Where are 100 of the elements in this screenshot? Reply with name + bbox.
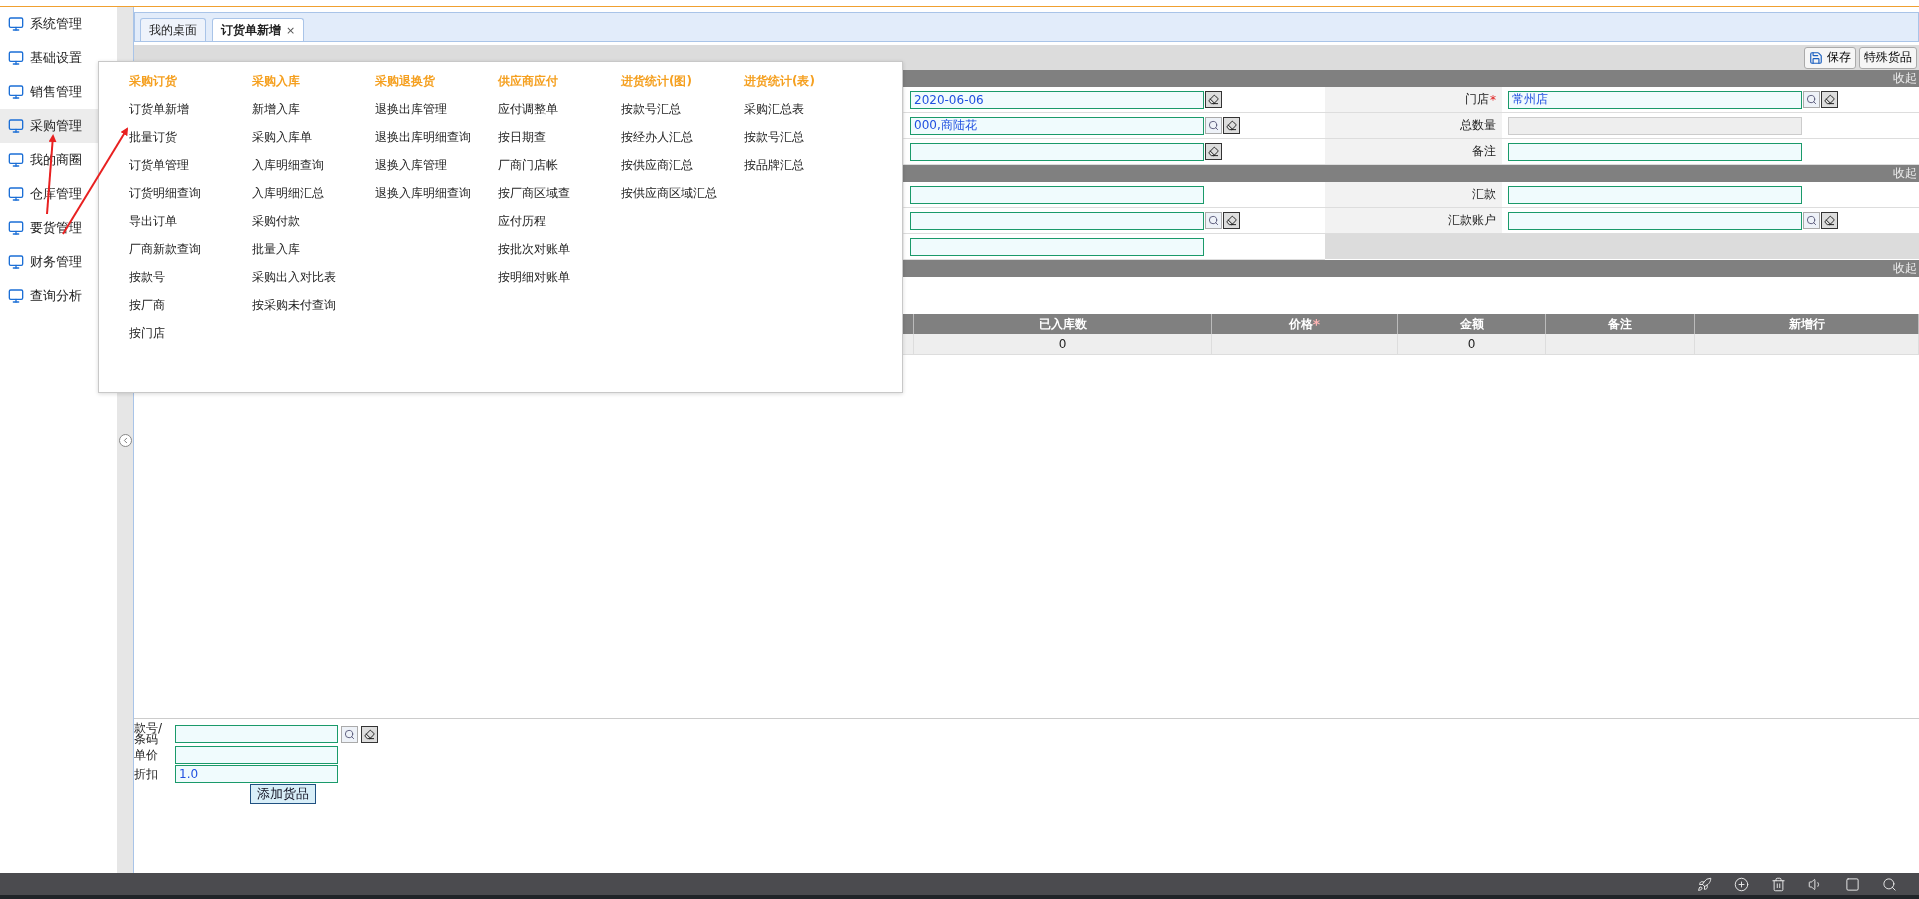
menu-item[interactable]: 导出订单 — [129, 214, 252, 242]
sidebar-item[interactable]: 查询分析 — [0, 279, 117, 313]
add-item-button[interactable]: 添加货品 — [250, 784, 316, 804]
menu-item[interactable]: 按批次对账单 — [498, 242, 621, 270]
field-label: 备注 — [1472, 143, 1496, 160]
eraser-button[interactable] — [1223, 117, 1240, 134]
field-label: 门店 — [1465, 91, 1489, 108]
collapse-button[interactable] — [118, 434, 132, 447]
menu-item[interactable]: 订货单新增 — [129, 102, 252, 130]
monitor-icon — [8, 254, 24, 270]
menu-item[interactable]: 退换入库明细查询 — [375, 186, 498, 214]
menu-item[interactable]: 按门店 — [129, 326, 252, 354]
menu-item[interactable]: 按厂商区域查 — [498, 186, 621, 214]
eraser-button[interactable] — [361, 725, 378, 743]
sidebar-item[interactable]: 财务管理 — [0, 245, 117, 279]
eraser-button[interactable] — [1205, 91, 1222, 108]
input-field[interactable] — [175, 725, 338, 743]
sidebar-item[interactable]: 基础设置 — [0, 41, 117, 75]
menu-item[interactable]: 按供应商汇总 — [621, 158, 744, 186]
input-field[interactable]: 常州店 — [1508, 90, 1802, 109]
rocket-icon — [1697, 876, 1712, 892]
monitor-icon — [8, 186, 24, 202]
window-button[interactable] — [1845, 876, 1860, 892]
menu-item[interactable]: 批量订货 — [129, 130, 252, 158]
eraser-icon — [1226, 120, 1237, 131]
search-button[interactable] — [1205, 212, 1222, 229]
field-label: 折扣 — [134, 765, 159, 783]
rocket-button[interactable] — [1697, 876, 1712, 892]
menu-heading: 进货统计(图) — [621, 74, 693, 90]
menu-item[interactable]: 按采购未付查询 — [252, 298, 375, 326]
input-field[interactable] — [910, 185, 1204, 204]
menu-heading: 供应商应付 — [498, 74, 559, 90]
monitor-icon — [8, 118, 24, 134]
input-field[interactable]: 1.0 — [175, 765, 338, 783]
menu-item[interactable]: 应付历程 — [498, 214, 621, 242]
menu-item[interactable]: 采购汇总表 — [744, 102, 867, 130]
menu-item[interactable]: 批量入库 — [252, 242, 375, 270]
input-field[interactable] — [1508, 185, 1802, 204]
eraser-button[interactable] — [1821, 91, 1838, 108]
search-button[interactable] — [1882, 876, 1897, 892]
collapse-link[interactable]: 收起 — [1893, 70, 1917, 87]
field-label: 款号/条码 — [134, 723, 164, 745]
input-field[interactable] — [910, 211, 1204, 230]
eraser-icon — [1208, 146, 1219, 157]
save-button[interactable]: 保存 — [1804, 46, 1856, 69]
menu-item[interactable]: 入库明细汇总 — [252, 186, 375, 214]
menu-item[interactable]: 按款号汇总 — [744, 130, 867, 158]
monitor-icon — [8, 16, 24, 32]
menu-item[interactable]: 订货单管理 — [129, 158, 252, 186]
search-button[interactable] — [341, 725, 358, 743]
search-button[interactable] — [1803, 212, 1820, 229]
eraser-button[interactable] — [1821, 212, 1838, 229]
menu-item[interactable]: 应付调整单 — [498, 102, 621, 130]
menu-item[interactable]: 按日期查 — [498, 130, 621, 158]
menu-item[interactable]: 退换出库管理 — [375, 102, 498, 130]
monitor-icon — [8, 50, 24, 66]
menu-item[interactable]: 退换出库明细查询 — [375, 130, 498, 158]
close-button[interactable]: × — [286, 23, 296, 37]
menu-item[interactable]: 按厂商 — [129, 298, 252, 326]
menu-item[interactable]: 按经办人汇总 — [621, 130, 744, 158]
menu-item[interactable]: 退换入库管理 — [375, 158, 498, 186]
input-field[interactable]: 000,商陆花 — [910, 116, 1204, 135]
input-field[interactable] — [1508, 142, 1802, 161]
menu-item[interactable]: 按明细对账单 — [498, 270, 621, 298]
eraser-button[interactable] — [1205, 143, 1222, 160]
input-field[interactable] — [910, 142, 1204, 161]
search-button[interactable] — [1803, 91, 1820, 108]
menu-item[interactable]: 入库明细查询 — [252, 158, 375, 186]
sidebar-item[interactable]: 系统管理 — [0, 7, 117, 41]
tab[interactable]: 我的桌面 — [140, 18, 206, 41]
menu-item[interactable]: 厂商门店帐 — [498, 158, 621, 186]
collapse-link[interactable]: 收起 — [1893, 165, 1917, 182]
circle-plus-button[interactable] — [1734, 876, 1749, 892]
sidebar-item[interactable]: 销售管理 — [0, 75, 117, 109]
column-header: 新增行 — [1695, 314, 1919, 334]
collapse-link[interactable]: 收起 — [1893, 260, 1917, 277]
tab[interactable]: 订货单新增 × — [212, 18, 305, 41]
menu-item[interactable]: 采购付款 — [252, 214, 375, 242]
menu-item[interactable]: 采购出入对比表 — [252, 270, 375, 298]
menu-item[interactable]: 采购入库单 — [252, 130, 375, 158]
menu-item[interactable]: 厂商新款查询 — [129, 242, 252, 270]
menu-heading: 采购退换货 — [375, 74, 436, 90]
menu-item[interactable]: 按品牌汇总 — [744, 158, 867, 186]
search-button[interactable] — [1205, 117, 1222, 134]
window-icon — [1845, 876, 1860, 892]
input-field[interactable] — [1508, 211, 1802, 230]
trash-button[interactable] — [1771, 876, 1786, 892]
menu-item[interactable]: 按款号汇总 — [621, 102, 744, 130]
toolbar-button[interactable]: 特殊货品 — [1859, 46, 1917, 69]
menu-item[interactable]: 按款号 — [129, 270, 252, 298]
eraser-button[interactable] — [1223, 212, 1240, 229]
input-field[interactable]: 2020-06-06 — [910, 90, 1204, 109]
menu-item[interactable]: 按供应商区域汇总 — [621, 186, 744, 214]
eraser-icon — [1226, 215, 1237, 226]
column-header: 已入库数 — [914, 314, 1212, 334]
input-field[interactable] — [910, 237, 1204, 256]
search-icon — [1882, 876, 1897, 892]
menu-item[interactable]: 订货明细查询 — [129, 186, 252, 214]
menu-item[interactable]: 新增入库 — [252, 102, 375, 130]
input-field[interactable] — [175, 746, 338, 764]
